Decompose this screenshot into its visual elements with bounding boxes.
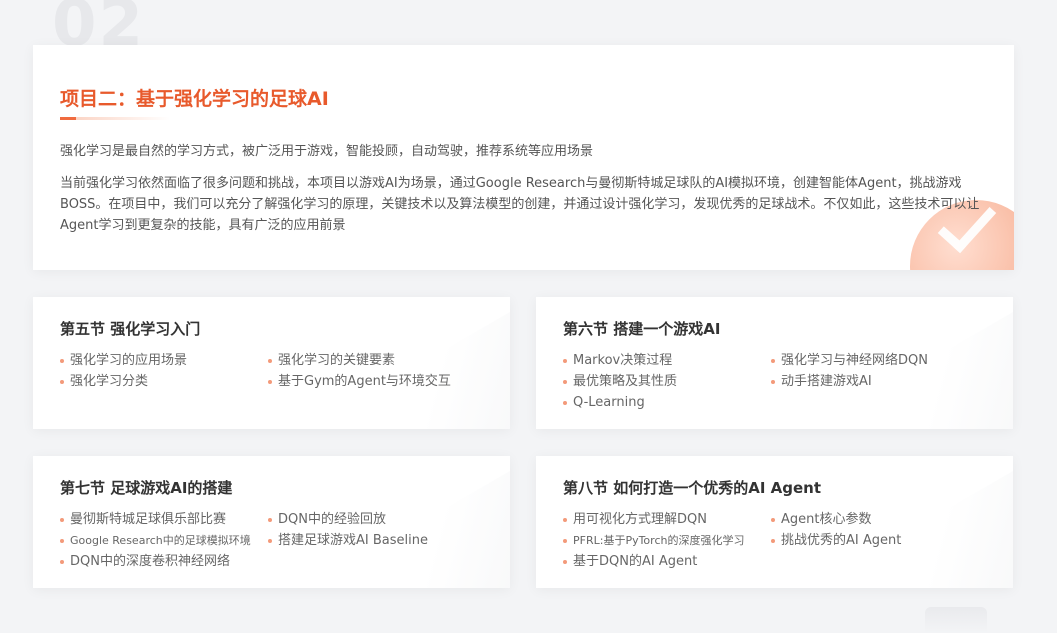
topic-item: Google Research中的足球模拟环境 [60,531,268,550]
topic-list: 曼彻斯特城足球俱乐部比赛 DQN中的经验回放 Google Research中的… [60,510,490,571]
topic-item: 强化学习与神经网络DQN [771,351,993,370]
project-summary: 强化学习是最自然的学习方式，被广泛用于游戏，智能投顾，自动驾驶，推荐系统等应用场… [60,144,594,159]
page: 02 项目二：基于强化学习的足球AI 强化学习是最自然的学习方式，被广泛用于游戏… [0,0,1057,633]
project-description: 当前强化学习依然面临了很多问题和挑战，本项目以游戏AI为场景，通过Google … [60,176,980,233]
topic-item: 搭建足球游戏AI Baseline [268,531,490,550]
topic-item: 挑战优秀的AI Agent [771,531,993,550]
section-title: 第五节 强化学习入门 [60,320,201,338]
topic-item: 强化学习的关键要素 [268,351,490,370]
topic-item: 基于DQN的AI Agent [563,552,771,571]
topic-item: 动手搭建游戏AI [771,372,993,391]
topic-item: PFRL:基于PyTorch的深度强化学习 [563,531,771,550]
section-card-6: 第六节 搭建一个游戏AI Markov决策过程 强化学习与神经网络DQN 最优策… [536,297,1013,429]
topic-item: Q-Learning [563,393,771,412]
project-intro-card: 项目二：基于强化学习的足球AI 强化学习是最自然的学习方式，被广泛用于游戏，智能… [33,45,1014,270]
topic-list: 用可视化方式理解DQN Agent核心参数 PFRL:基于PyTorch的深度强… [563,510,993,571]
section-card-7: 第七节 足球游戏AI的搭建 曼彻斯特城足球俱乐部比赛 DQN中的经验回放 Goo… [33,456,510,588]
section-title: 第六节 搭建一个游戏AI [563,320,721,338]
background-bar-decoration [925,607,987,633]
topic-list: Markov决策过程 强化学习与神经网络DQN 最优策略及其性质 动手搭建游戏A… [563,351,993,412]
topic-item: 强化学习的应用场景 [60,351,268,370]
topic-item: DQN中的深度卷积神经网络 [60,552,268,571]
section-card-8: 第八节 如何打造一个优秀的AI Agent 用可视化方式理解DQN Agent核… [536,456,1013,588]
title-underline [60,117,170,120]
topic-item: Agent核心参数 [771,510,993,529]
topic-item: 基于Gym的Agent与环境交互 [268,372,490,391]
section-card-5: 第五节 强化学习入门 强化学习的应用场景 强化学习的关键要素 强化学习分类 基于… [33,297,510,429]
topic-item: 用可视化方式理解DQN [563,510,771,529]
topic-item: 曼彻斯特城足球俱乐部比赛 [60,510,268,529]
section-title: 第八节 如何打造一个优秀的AI Agent [563,479,822,497]
section-title: 第七节 足球游戏AI的搭建 [60,479,233,497]
topic-item: DQN中的经验回放 [268,510,490,529]
project-title: 项目二：基于强化学习的足球AI [60,88,329,110]
topic-item: Markov决策过程 [563,351,771,370]
topic-item: 强化学习分类 [60,372,268,391]
topic-item: 最优策略及其性质 [563,372,771,391]
topic-list: 强化学习的应用场景 强化学习的关键要素 强化学习分类 基于Gym的Agent与环… [60,351,490,391]
